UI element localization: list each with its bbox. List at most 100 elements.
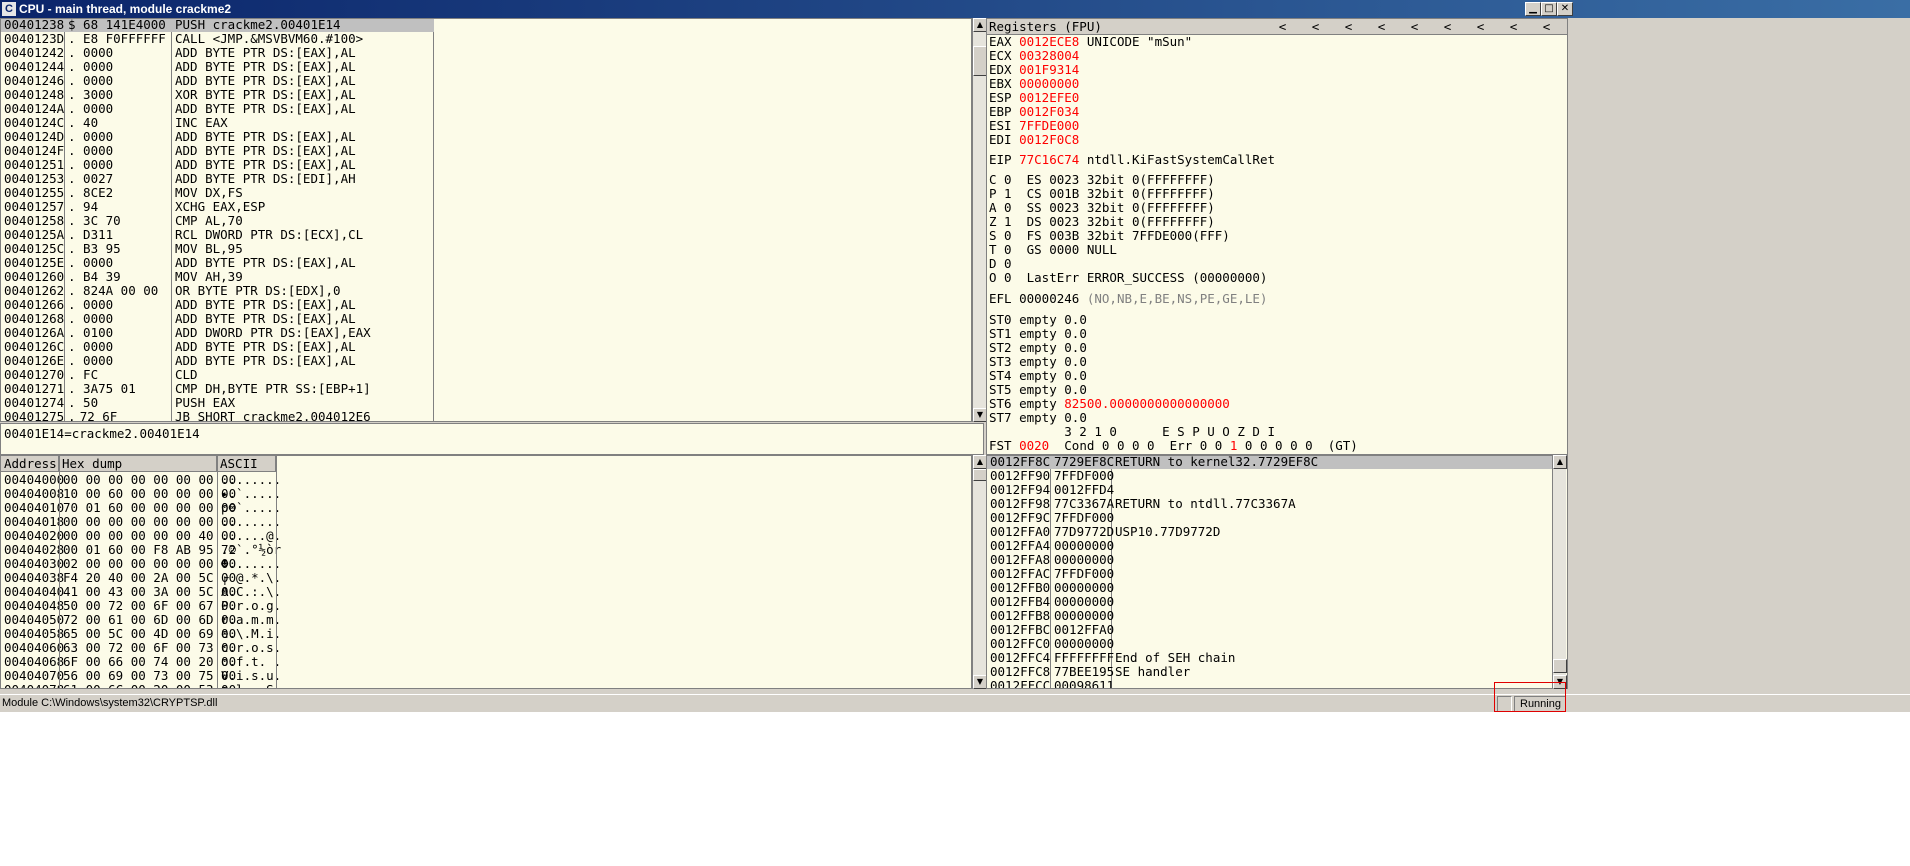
disasm-row[interactable]: 0040124C. 40 INC EAX [1, 116, 434, 130]
chevron-left-icon[interactable]: < [1431, 19, 1464, 34]
dump-row[interactable]: 00404068 6F 00 66 00 74 00 20 00 o.f.t. . [1, 655, 281, 669]
fpu-row[interactable]: ST3 empty 0.0 [989, 355, 1087, 369]
disasm-row[interactable]: 0040126C. 0000 ADD BYTE PTR DS:[EAX],AL [1, 340, 434, 354]
chevron-left-icon[interactable]: < [1530, 19, 1563, 34]
stack-row[interactable]: 0012FF98 77C3367A RETURN to ntdll.77C3367A [987, 497, 1553, 511]
stack-row[interactable]: 0012FFA4 00000000 [987, 539, 1553, 553]
dump-row[interactable]: 00404070 56 00 69 00 73 00 75 00 V.i.s.u. [1, 669, 281, 683]
disasm-row[interactable]: 00401251. 0000 ADD BYTE PTR DS:[EAX],AL [1, 158, 434, 172]
stack-row[interactable]: 0012FFCC 00098611 [987, 679, 1553, 689]
disasm-row[interactable]: 00401257. 94 XCHG EAX,ESP [1, 200, 434, 214]
disasm-row[interactable]: 00401258. 3C 70 CMP AL,70 [1, 214, 434, 228]
chevron-left-icon[interactable]: < [1299, 19, 1332, 34]
maximize-icon[interactable]: □ [1541, 2, 1557, 16]
column-divider[interactable] [217, 456, 218, 688]
disasm-row[interactable]: 0040123D. E8 F0FFFFFF CALL <JMP.&MSVBVM60… [1, 32, 434, 46]
fpu-row[interactable]: ST2 empty 0.0 [989, 341, 1087, 355]
dump-row[interactable]: 00404050 72 00 61 00 6D 00 6D 00 r.a.m.m. [1, 613, 281, 627]
registers-header[interactable]: Registers (FPU) < < < < < < < < < [987, 19, 1567, 35]
scroll-thumb[interactable] [973, 469, 987, 481]
flag-row[interactable]: O 0 LastErr ERROR_SUCCESS (00000000) [989, 271, 1267, 285]
flag-row[interactable]: C 0 ES 0023 32bit 0(FFFFFFFF) [989, 173, 1215, 187]
dump-row[interactable]: 00404048 50 00 72 00 6F 00 67 00 P.r.o.g. [1, 599, 281, 613]
disasm-row[interactable]: 00401260. B4 39 MOV AH,39 [1, 270, 434, 284]
stack-row[interactable]: 0012FF90 7FFDF000 [987, 469, 1553, 483]
chevron-left-icon[interactable]: < [1497, 19, 1530, 34]
eip-row[interactable]: EIP 77C16C74 ntdll.KiFastSystemCallRet [989, 153, 1275, 167]
fst-header-row[interactable]: 3 2 1 0 E S P U O Z D I [989, 425, 1275, 439]
dump-row[interactable]: 00404030 02 00 00 00 00 00 00 00 ☻....... [1, 557, 281, 571]
scroll-up-icon[interactable]: ▲ [973, 18, 987, 32]
stack-row[interactable]: 0012FF94 0012FFD4 [987, 483, 1553, 497]
dump-row[interactable]: 00404020 00 00 00 00 00 00 40 00 ......@. [1, 529, 281, 543]
stack-row[interactable]: 0012FFBC 0012FFA0 [987, 623, 1553, 637]
register-row[interactable]: EBP 0012F034 [989, 105, 1079, 119]
disasm-row[interactable]: 00401242. 0000 ADD BYTE PTR DS:[EAX],AL [1, 46, 434, 60]
register-row[interactable]: ESP 0012EFE0 [989, 91, 1079, 105]
flag-row[interactable]: P 1 CS 001B 32bit 0(FFFFFFFF) [989, 187, 1215, 201]
register-row[interactable]: EBX 00000000 [989, 77, 1079, 91]
disasm-row[interactable]: 00401274. 50 PUSH EAX [1, 396, 434, 410]
chevron-left-icon[interactable]: < [1332, 19, 1365, 34]
flag-row[interactable]: D 0 [989, 257, 1012, 271]
dump-row[interactable]: 00404040 41 00 43 00 3A 00 5C 00 A.C.:.\. [1, 585, 281, 599]
fpu-row[interactable]: ST5 empty 0.0 [989, 383, 1087, 397]
close-icon[interactable]: ✕ [1557, 2, 1573, 16]
stack-row[interactable]: 0012FFC8 77BEE195 SE handler [987, 665, 1553, 679]
fpu-row[interactable]: ST1 empty 0.0 [989, 327, 1087, 341]
disasm-row[interactable]: 0040125E. 0000 ADD BYTE PTR DS:[EAX],AL [1, 256, 434, 270]
column-divider[interactable] [59, 456, 60, 688]
column-header-address[interactable]: Address [1, 456, 59, 472]
disasm-row[interactable]: 00401238 $ 68 141E4000 PUSH crackme2.00401… [1, 19, 434, 32]
chevron-left-icon[interactable]: < [1365, 19, 1398, 34]
stack-row[interactable]: 0012FFAC 7FFDF000 [987, 567, 1553, 581]
dump-row[interactable]: 00404000 00 00 00 00 00 00 00 00........ [1, 473, 281, 487]
fpu-row[interactable]: ST6 empty 82500.0000000000000000 [989, 397, 1230, 411]
scroll-up-icon[interactable]: ▲ [1553, 455, 1567, 469]
fpu-row[interactable]: ST7 empty 0.0 [989, 411, 1087, 425]
stack-row[interactable]: 0012FF8C 7729EF8C RETURN to kernel32.7729E… [987, 456, 1553, 469]
register-row[interactable]: ECX 00328004 [989, 49, 1079, 63]
register-row[interactable]: ESI 7FFDE000 [989, 119, 1079, 133]
disasm-row[interactable]: 00401262. 824A 00 00 OR BYTE PTR DS:[EDX]… [1, 284, 434, 298]
disasm-row[interactable]: 00401268. 0000 ADD BYTE PTR DS:[EAX],AL [1, 312, 434, 326]
stack-pane[interactable]: 0012FF8C 7729EF8C RETURN to kernel32.7729E… [986, 455, 1568, 689]
disasm-row[interactable]: 00401248. 3000 XOR BYTE PTR DS:[EAX],AL [1, 88, 434, 102]
stack-row[interactable]: 0012FF9C 7FFDF000 [987, 511, 1553, 525]
fst-row[interactable]: FST 0020 Cond 0 0 0 0 Err 0 0 1 0 0 0 0 … [989, 439, 1358, 453]
flag-row[interactable]: S 0 FS 003B 32bit 7FFDE000(FFF) [989, 229, 1230, 243]
scroll-down-icon[interactable]: ▼ [973, 408, 987, 422]
register-row[interactable]: EAX 0012ECE8 UNICODE "mSun" [989, 35, 1192, 49]
dump-row[interactable]: 00404028 00 01 60 00 F8 AB 95 72 .☺`.°½òr [1, 543, 281, 557]
chevron-left-icon[interactable]: < [1464, 19, 1497, 34]
dump-row[interactable]: 0040407861 00 6C 00 20 00 53 00a.l. .S. [1, 683, 281, 689]
flag-row[interactable]: T 0 GS 0000 NULL [989, 243, 1117, 257]
disasm-row[interactable]: 00401244. 0000 ADD BYTE PTR DS:[EAX],AL [1, 60, 434, 74]
dump-row[interactable]: 00404058 65 00 5C 00 4D 00 69 00 e.\.M.i. [1, 627, 281, 641]
registers-nav-arrows[interactable]: < < < < < < < < < [1266, 19, 1563, 34]
dump-row[interactable]: 00404008 10 00 60 00 00 00 00 00 ▸.`..... [1, 487, 281, 501]
fpu-row[interactable]: ST0 empty 0.0 [989, 313, 1087, 327]
scroll-up-icon[interactable]: ▲ [973, 455, 987, 469]
fpu-row[interactable]: ST4 empty 0.0 [989, 369, 1087, 383]
disasm-row[interactable]: 00401270. FC CLD [1, 368, 434, 382]
disasm-row[interactable]: 00401271. 3A75 01 CMP DH,BYTE PTR SS:[EBP… [1, 382, 434, 396]
register-row[interactable]: EDI 0012F0C8 [989, 133, 1079, 147]
disasm-row[interactable]: 0040125C. B3 95 MOV BL,95 [1, 242, 434, 256]
dump-row[interactable]: 00404018 00 00 00 00 00 00 00 00........ [1, 515, 281, 529]
stack-row[interactable]: 0012FFB8 00000000 [987, 609, 1553, 623]
flag-row[interactable]: A 0 SS 0023 32bit 0(FFFFFFFF) [989, 201, 1215, 215]
scroll-thumb[interactable] [1553, 659, 1567, 673]
flag-row[interactable]: Z 1 DS 0023 32bit 0(FFFFFFFF) [989, 215, 1215, 229]
registers-pane[interactable]: Registers (FPU) < < < < < < < < < EAX 0012ECE8 U… [986, 18, 1568, 455]
dump-row[interactable]: 00404060 63 00 72 00 6F 00 73 00 c.r.o.s. [1, 641, 281, 655]
disassembly-scrollbar[interactable]: ▲ ▼ [972, 18, 987, 422]
stack-row[interactable]: 0012FFC4 FFFFFFFF End of SEH chain [987, 651, 1553, 665]
scroll-down-icon[interactable]: ▼ [973, 675, 987, 689]
disasm-row[interactable]: 0040124A. 0000 ADD BYTE PTR DS:[EAX],AL [1, 102, 434, 116]
chevron-left-icon[interactable]: < [1266, 19, 1299, 34]
disassembly-pane[interactable]: 00401238 $ 68 141E4000 PUSH crackme2.00401… [0, 18, 972, 422]
disasm-row[interactable]: 00401253. 0027 ADD BYTE PTR DS:[EDI],AH [1, 172, 434, 186]
disasm-row[interactable]: 0040126A. 0100 ADD DWORD PTR DS:[EAX],EAX [1, 326, 434, 340]
dump-row[interactable]: 00404010 70 01 60 00 00 00 00 00 p☺`..... [1, 501, 281, 515]
